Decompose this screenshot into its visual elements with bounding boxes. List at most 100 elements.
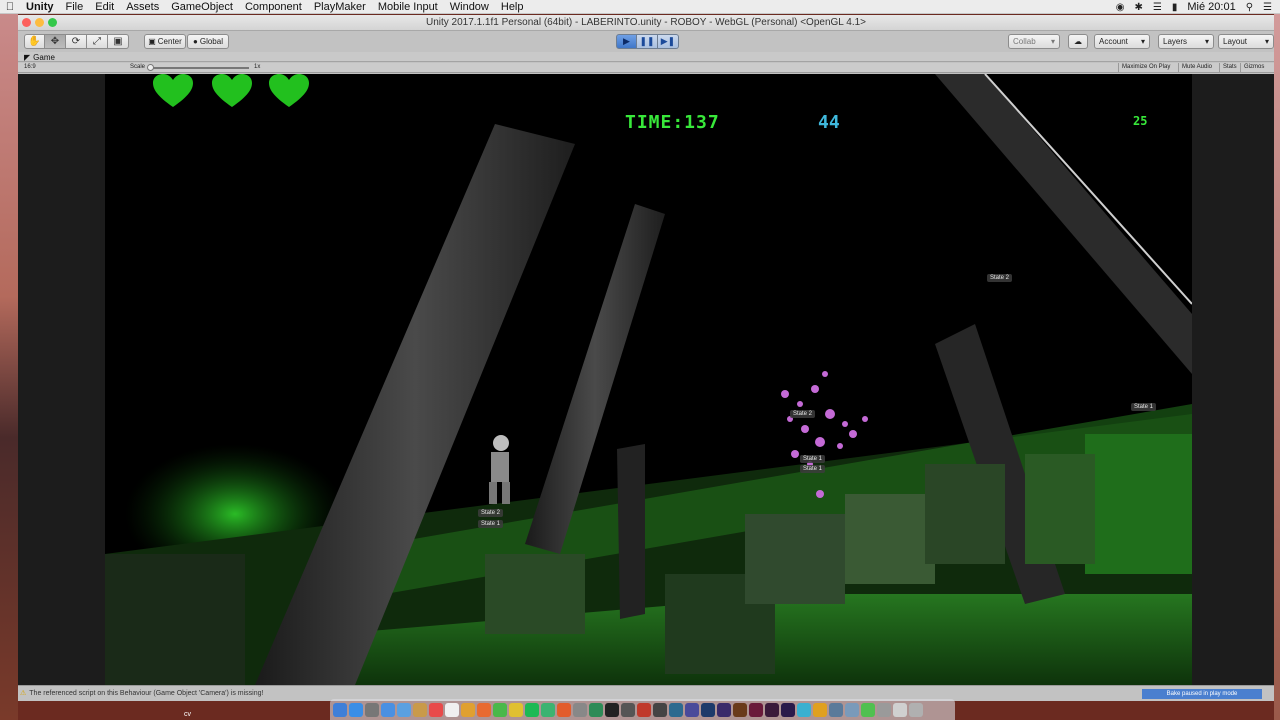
downloads-stack-icon[interactable] [877, 702, 891, 717]
mute-audio-toggle[interactable]: Mute Audio [1178, 63, 1215, 72]
block-4 [845, 494, 935, 584]
move-tool-icon[interactable]: ✥ [45, 34, 66, 49]
pause-button-icon[interactable]: ❚❚ [637, 34, 658, 49]
spotlight-search-icon[interactable]: ⚲ [1246, 2, 1253, 13]
facetime-icon[interactable] [589, 702, 603, 717]
notes-icon[interactable] [445, 702, 459, 717]
document-stack-icon[interactable] [893, 702, 907, 717]
console-warning[interactable]: ⚠ The referenced script on this Behaviou… [20, 689, 263, 698]
collab-dropdown[interactable]: Collab ▾ [1008, 34, 1060, 49]
app-icon[interactable] [653, 702, 667, 717]
step-button-icon[interactable]: ▶❚ [658, 34, 679, 49]
rect-tool-icon[interactable]: ▣ [108, 34, 129, 49]
chevron-down-icon: ▾ [1050, 37, 1055, 46]
desktop-background-right [1274, 14, 1280, 720]
scale-slider-track[interactable] [149, 67, 249, 69]
aspect-ratio-dropdown[interactable]: 16:9 [24, 64, 36, 70]
menu-assets[interactable]: Assets [120, 1, 165, 13]
state-label: State 1 [800, 465, 826, 473]
wifi-icon[interactable]: ☰ [1153, 2, 1162, 13]
layers-label: Layers [1163, 37, 1188, 46]
safari-icon[interactable] [381, 702, 395, 717]
block-left [105, 554, 245, 685]
preview-icon[interactable] [829, 702, 843, 717]
account-dropdown[interactable]: Account ▾ [1094, 34, 1150, 49]
maya-icon[interactable] [797, 702, 811, 717]
chrome-icon[interactable] [509, 702, 523, 717]
menu-help[interactable]: Help [495, 1, 530, 13]
scale-slider-handle[interactable] [147, 64, 154, 71]
menu-clock[interactable]: Mié 20:01 [1187, 1, 1235, 13]
notification-center-icon[interactable]: ☰ [1263, 2, 1272, 13]
transform-tools: ✋ ✥ ⟳ ⤢ ▣ [24, 34, 129, 49]
photoshop-icon[interactable] [701, 702, 715, 717]
image-viewer-icon[interactable] [845, 702, 859, 717]
finder-icon[interactable] [333, 702, 347, 717]
mail-icon[interactable] [397, 702, 411, 717]
unity-icon[interactable] [605, 702, 619, 717]
play-button-icon[interactable]: ▶ [616, 34, 637, 49]
menu-edit[interactable]: Edit [89, 1, 120, 13]
beam-right-highlight [984, 74, 1192, 305]
fusion-icon[interactable] [813, 702, 827, 717]
chevron-down-icon: ▾ [1204, 37, 1209, 46]
menu-mobile-input[interactable]: Mobile Input [372, 1, 444, 13]
menu-app-name[interactable]: Unity [20, 1, 60, 13]
pdf-icon[interactable] [637, 702, 651, 717]
terminal-icon[interactable] [621, 702, 635, 717]
rotate-tool-icon[interactable]: ⟳ [66, 34, 87, 49]
spotify-icon[interactable] [525, 702, 539, 717]
gizmos-toggle[interactable]: Gizmos [1240, 63, 1267, 72]
trash-icon[interactable] [909, 702, 923, 717]
zoom-window-button[interactable] [48, 18, 57, 27]
bluetooth-icon[interactable]: ✱ [1135, 2, 1143, 13]
battery-icon[interactable]: ▮ [1172, 2, 1178, 13]
photos-icon[interactable] [477, 702, 491, 717]
heart-icon [212, 74, 252, 107]
unity-toolbar: ✋ ✥ ⟳ ⤢ ▣ ▣ Center ● Global ▶ ❚❚ ▶❚ Coll… [18, 32, 1274, 52]
menu-playmaker[interactable]: PlayMaker [308, 1, 372, 13]
scale-tool-icon[interactable]: ⤢ [87, 34, 108, 49]
maximize-on-play-toggle[interactable]: Maximize On Play [1118, 63, 1173, 72]
system-preferences-icon[interactable] [573, 702, 587, 717]
space-global-button[interactable]: ● Global [187, 34, 229, 49]
creative-cloud-icon[interactable]: ◉ [1116, 2, 1125, 13]
state-label: State 1 [478, 520, 504, 528]
word-icon[interactable] [349, 702, 363, 717]
indesign-icon[interactable] [749, 702, 763, 717]
messages-icon[interactable] [493, 702, 507, 717]
illustrator-icon[interactable] [733, 702, 747, 717]
space-label: Global [199, 37, 223, 46]
flash-icon[interactable] [765, 702, 779, 717]
window-title: Unity 2017.1.1f1 Personal (64bit) - LABE… [425, 17, 867, 28]
layers-dropdown[interactable]: Layers ▾ [1158, 34, 1214, 49]
pivot-center-button[interactable]: ▣ Center [144, 34, 186, 49]
launchpad-icon[interactable] [365, 702, 379, 717]
close-window-button[interactable] [22, 18, 31, 27]
desktop-item-label[interactable]: cv [184, 711, 191, 718]
calendar-icon[interactable] [429, 702, 443, 717]
menu-file[interactable]: File [60, 1, 90, 13]
menu-component[interactable]: Component [239, 1, 308, 13]
minimize-window-button[interactable] [35, 18, 44, 27]
after-effects-icon[interactable] [717, 702, 731, 717]
cloud-button[interactable]: ☁ [1068, 34, 1088, 49]
hand-tool-icon[interactable]: ✋ [24, 34, 45, 49]
premiere-icon[interactable] [781, 702, 795, 717]
menu-window[interactable]: Window [444, 1, 495, 13]
menu-gameobject[interactable]: GameObject [165, 1, 239, 13]
game-render[interactable]: TIME:137 44 25 State 2 State 1 State 2 S… [105, 74, 1192, 685]
layout-dropdown[interactable]: Layout ▾ [1218, 34, 1274, 49]
game-tab[interactable]: ◤ Game [20, 52, 59, 62]
reminders-icon[interactable] [461, 702, 475, 717]
contacts-icon[interactable] [413, 702, 427, 717]
whatsapp-icon[interactable] [541, 702, 555, 717]
cad-icon[interactable] [669, 702, 683, 717]
apple-menu-icon[interactable]:  [0, 1, 20, 13]
lightroom-icon[interactable] [685, 702, 699, 717]
pillar-center [617, 444, 645, 619]
heart-icon [269, 74, 309, 107]
green-app-icon[interactable] [861, 702, 875, 717]
vlc-icon[interactable] [557, 702, 571, 717]
stats-toggle[interactable]: Stats [1219, 63, 1240, 72]
